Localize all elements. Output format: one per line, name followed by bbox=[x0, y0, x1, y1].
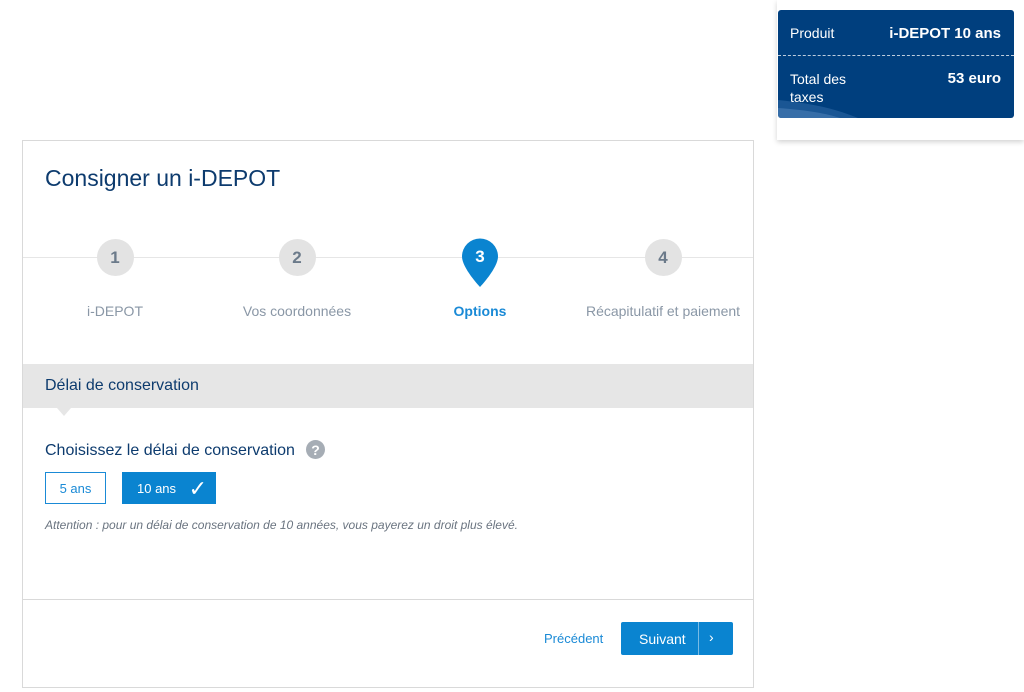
step-2-label: Vos coordonnées bbox=[242, 303, 352, 319]
previous-button[interactable]: Précédent bbox=[544, 631, 603, 646]
footer-divider bbox=[23, 599, 753, 600]
option-5-ans-button[interactable]: 5 ans bbox=[45, 472, 106, 504]
option-10-ans-button[interactable]: 10 ans ✓ bbox=[122, 472, 216, 504]
order-summary: Produit i-DEPOT 10 ans Total des taxes 5… bbox=[778, 10, 1014, 118]
step-2-number: 2 bbox=[278, 239, 316, 276]
page-title: Consigner un i-DEPOT bbox=[45, 165, 281, 191]
step-1-label: i-DEPOT bbox=[87, 303, 143, 319]
option-5-ans-label: 5 ans bbox=[59, 480, 92, 496]
map-pin-icon: 3 bbox=[461, 238, 499, 288]
section-notch bbox=[57, 408, 71, 416]
step-2: 2 Vos coordonnées bbox=[207, 239, 387, 319]
section-header: Délai de conservation bbox=[23, 364, 753, 408]
chevron-right-icon: › bbox=[709, 629, 714, 645]
step-4-number: 4 bbox=[644, 239, 682, 276]
next-button-label: Suivant bbox=[639, 631, 686, 647]
step-4-label: Récapitulatif et paiement bbox=[585, 303, 741, 319]
deposit-card: Consigner un i-DEPOT 1 i-DEPOT 2 Vos coo… bbox=[22, 140, 754, 688]
section-title: Délai de conservation bbox=[45, 377, 199, 394]
checkmark-icon: ✓ bbox=[188, 476, 207, 501]
step-3: 3 Options bbox=[390, 238, 570, 319]
step-3-number: 3 bbox=[475, 247, 485, 266]
product-value: i-DEPOT 10 ans bbox=[889, 25, 1001, 42]
step-3-label: Options bbox=[453, 303, 507, 319]
question-label: Choisissez le délai de conservation bbox=[45, 442, 295, 459]
question-circle-icon[interactable]: ? bbox=[306, 440, 325, 459]
product-label: Produit bbox=[790, 25, 835, 41]
total-value: 53 euro bbox=[947, 70, 1001, 87]
option-10-ans-label: 10 ans bbox=[137, 480, 177, 496]
summary-divider bbox=[778, 55, 1014, 56]
step-1-number: 1 bbox=[96, 239, 134, 276]
next-button-divider bbox=[698, 622, 699, 655]
step-4: 4 Récapitulatif et paiement bbox=[573, 239, 753, 319]
attention-note: Attention : pour un délai de conservatio… bbox=[45, 518, 518, 532]
next-button[interactable]: Suivant › bbox=[621, 622, 733, 655]
total-label: Total des taxes bbox=[790, 71, 847, 105]
step-1: 1 i-DEPOT bbox=[25, 239, 205, 319]
